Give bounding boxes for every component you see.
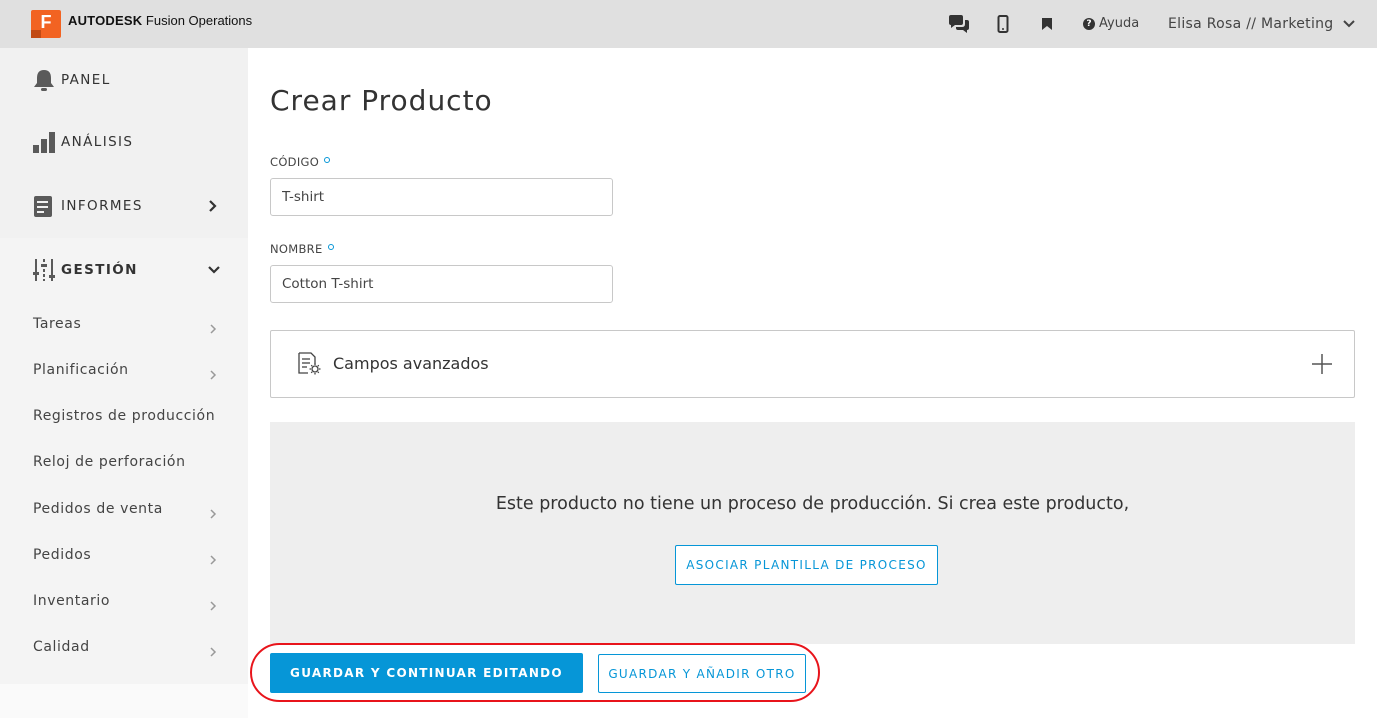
chevron-right-icon (209, 366, 217, 385)
mobile-icon[interactable] (997, 14, 1009, 34)
logo-fold (31, 30, 41, 38)
sidebar-item-informes[interactable]: INFORMES (0, 174, 248, 238)
sidebar-subitem-calidad[interactable]: Calidad (33, 639, 90, 655)
sidebar-subitem-pedidos[interactable]: Pedidos (33, 547, 91, 563)
code-label-text: CÓDIGO (270, 155, 320, 169)
report-icon (33, 194, 55, 218)
chevron-down-icon (207, 262, 221, 281)
name-field[interactable] (270, 265, 613, 303)
form-settings-icon (297, 352, 323, 380)
sidebar-subitem-registros[interactable]: Registros de producción (33, 408, 215, 424)
chevron-right-icon (209, 505, 217, 524)
sidebar-item-gestion[interactable]: GESTIÓN (0, 238, 248, 302)
help-label: Ayuda (1099, 16, 1140, 31)
page-title: Crear Producto (270, 84, 493, 117)
chevron-right-icon (209, 320, 217, 339)
sidebar-subitem-planificacion[interactable]: Planificación (33, 362, 129, 378)
bookmark-icon[interactable] (1041, 14, 1053, 34)
help-icon: ? (1083, 17, 1095, 30)
sidebar-subitem-reloj[interactable]: Reloj de perforación (33, 454, 186, 470)
sidebar-item-label: GESTIÓN (61, 262, 138, 278)
chat-icon[interactable] (947, 14, 971, 34)
required-indicator-icon (327, 244, 334, 250)
advanced-fields-panel[interactable]: Campos avanzados (270, 330, 1355, 398)
sidebar-item-label: INFORMES (61, 198, 143, 214)
name-label-text: NOMBRE (270, 242, 323, 256)
chevron-right-icon (209, 643, 217, 662)
sidebar-item-label: ANÁLISIS (61, 134, 134, 150)
sidebar-item-panel[interactable]: PANEL (0, 48, 248, 112)
sliders-icon (33, 258, 55, 282)
sidebar-footer (0, 684, 248, 718)
brand-rest: Fusion Operations (142, 13, 253, 28)
brand-name: AUTODESK Fusion Operations (68, 13, 252, 28)
sidebar-item-label: PANEL (61, 72, 111, 88)
bar-chart-icon (33, 130, 55, 154)
code-field[interactable] (270, 178, 613, 216)
associate-template-button[interactable]: ASOCIAR PLANTILLA DE PROCESO (675, 545, 938, 585)
sidebar-subitem-pedidos-venta[interactable]: Pedidos de venta (33, 501, 163, 517)
sidebar-subitem-inventario[interactable]: Inventario (33, 593, 110, 609)
required-indicator-icon (324, 157, 331, 163)
name-label: NOMBRE (270, 242, 334, 256)
brand-bold: AUTODESK (68, 13, 143, 28)
user-menu[interactable]: Elisa Rosa // Marketing (1168, 16, 1334, 32)
sidebar-item-analisis[interactable]: ANÁLISIS (0, 110, 248, 174)
highlight-annotation (250, 643, 820, 702)
help-link[interactable]: ? Ayuda (1083, 16, 1139, 31)
no-process-message: Este producto no tiene un proceso de pro… (495, 494, 1130, 514)
chevron-right-icon (209, 551, 217, 570)
expand-plus-icon[interactable] (1311, 353, 1333, 379)
advanced-fields-label: Campos avanzados (333, 354, 489, 373)
chevron-right-icon (209, 597, 217, 616)
code-label: CÓDIGO (270, 155, 331, 169)
sidebar-subitem-tareas[interactable]: Tareas (33, 316, 81, 332)
chevron-down-icon[interactable] (1342, 16, 1356, 35)
top-bar: F AUTODESK Fusion Operations ? Ayuda Eli… (0, 0, 1377, 48)
bell-icon (33, 68, 55, 92)
fusion-logo[interactable]: F (31, 10, 61, 38)
production-process-panel: Este producto no tiene un proceso de pro… (270, 422, 1355, 644)
chevron-right-icon (207, 198, 219, 217)
